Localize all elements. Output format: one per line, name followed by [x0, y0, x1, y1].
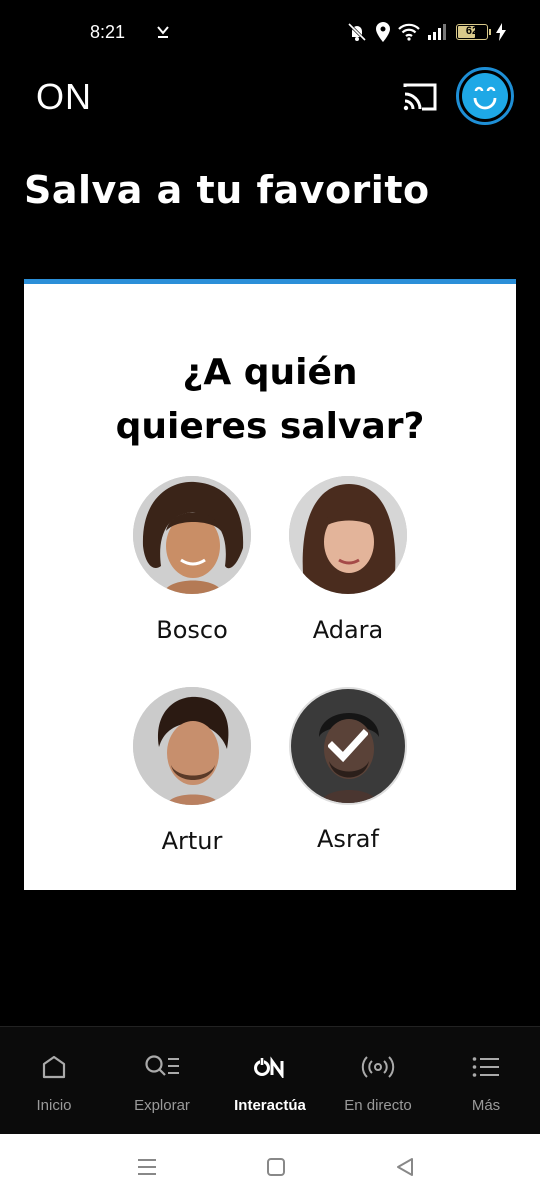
candidate-name: Artur: [161, 827, 223, 855]
candidate-photo-selected[interactable]: [289, 687, 407, 805]
search-list-icon: [144, 1053, 180, 1081]
live-broadcast-icon: [361, 1053, 395, 1081]
signal-icon: [428, 24, 446, 40]
candidate-asraf[interactable]: Asraf: [278, 687, 418, 853]
back-icon[interactable]: [394, 1156, 416, 1178]
candidate-name: Adara: [312, 616, 384, 644]
home-icon: [41, 1053, 67, 1081]
notification-icon: [157, 26, 169, 38]
nav-label: En directo: [344, 1097, 412, 1114]
poll-question-line-2: quieres salvar?: [115, 406, 425, 447]
nav-item-en-directo[interactable]: En directo: [324, 1027, 432, 1135]
nav-label: Interactúa: [234, 1097, 306, 1114]
poll-question-line-1: ¿A quién: [182, 352, 358, 393]
wifi-icon: [398, 23, 420, 41]
nav-item-interactua[interactable]: Interactúa: [216, 1027, 324, 1135]
battery-level: 62: [465, 25, 479, 37]
brand-logo[interactable]: ON: [36, 76, 92, 118]
candidate-artur[interactable]: Artur: [122, 687, 262, 855]
smiley-icon: [462, 73, 508, 119]
menu-list-icon: [472, 1053, 500, 1081]
checkmark-icon: [291, 689, 405, 803]
recent-apps-icon[interactable]: [136, 1156, 158, 1178]
nav-item-mas[interactable]: Más: [432, 1027, 540, 1135]
nav-item-explorar[interactable]: Explorar: [108, 1027, 216, 1135]
bottom-navigation: Inicio Explorar Interactúa En directo Má…: [0, 1026, 540, 1135]
candidate-photo[interactable]: [289, 476, 407, 594]
poll-card: ¿A quién quieres salvar? Bosco Adara Art…: [24, 279, 516, 890]
nav-item-inicio[interactable]: Inicio: [0, 1027, 108, 1135]
candidate-name: Bosco: [156, 616, 228, 644]
candidate-photo[interactable]: [133, 476, 251, 594]
poll-question: ¿A quién quieres salvar?: [24, 346, 516, 454]
mute-icon: [347, 22, 367, 42]
system-navigation-bar: [0, 1134, 540, 1200]
battery-icon: 62: [456, 24, 491, 40]
home-button-icon[interactable]: [265, 1156, 287, 1178]
candidate-adara[interactable]: Adara: [278, 476, 418, 644]
on-logo-icon: [254, 1053, 286, 1081]
charging-icon: [496, 23, 506, 41]
candidate-photo[interactable]: [133, 687, 251, 805]
nav-label: Inicio: [36, 1097, 72, 1114]
status-bar: 8:21 62: [0, 0, 540, 68]
candidate-name: Asraf: [317, 825, 379, 853]
cast-icon[interactable]: [402, 82, 438, 112]
status-time: 8:21: [90, 22, 126, 42]
profile-avatar-button[interactable]: [456, 67, 514, 125]
candidate-bosco[interactable]: Bosco: [122, 476, 262, 644]
nav-label: Más: [471, 1097, 501, 1114]
location-icon: [376, 22, 390, 42]
nav-label: Explorar: [134, 1097, 190, 1114]
page-title: Salva a tu favorito: [24, 168, 430, 212]
